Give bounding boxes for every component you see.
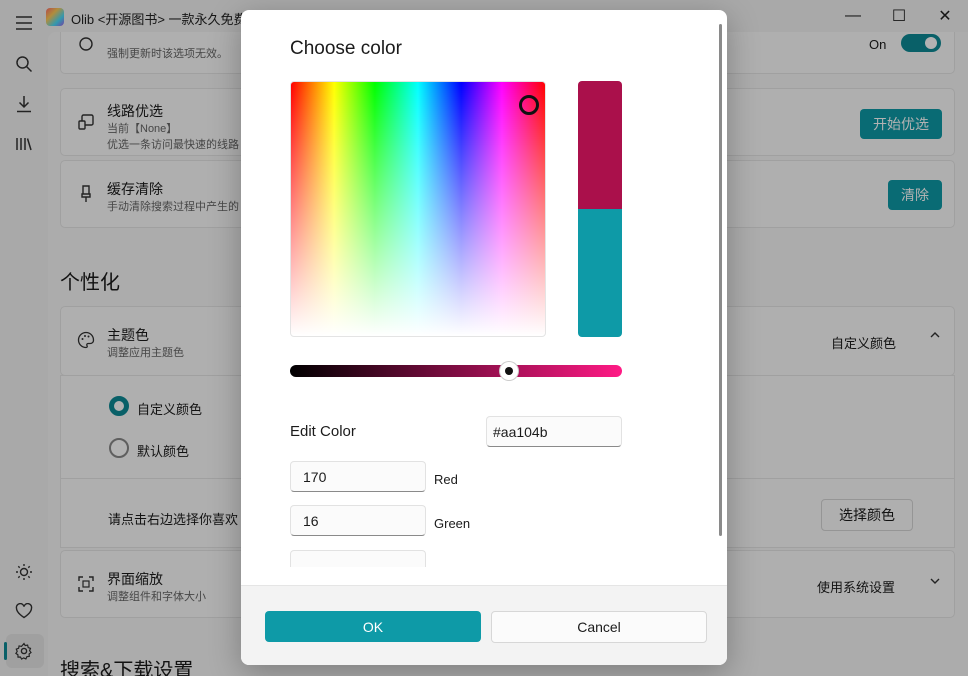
dialog-footer: OK Cancel bbox=[241, 585, 727, 665]
red-input[interactable] bbox=[290, 461, 426, 492]
green-label: Green bbox=[434, 516, 471, 531]
red-label: Red bbox=[434, 472, 458, 487]
blue-input[interactable] bbox=[290, 550, 426, 567]
edit-color-label: Edit Color bbox=[290, 423, 356, 440]
new-color-swatch bbox=[578, 81, 622, 209]
ok-button[interactable]: OK bbox=[265, 611, 481, 642]
spectrum-handle[interactable] bbox=[519, 95, 539, 115]
cancel-button[interactable]: Cancel bbox=[491, 611, 707, 643]
old-color-swatch bbox=[578, 209, 622, 337]
value-slider[interactable] bbox=[290, 365, 622, 377]
color-picker-dialog: Choose color Edit Color Red Green OK Can… bbox=[241, 10, 727, 665]
value-slider-thumb[interactable] bbox=[500, 362, 518, 380]
hex-input[interactable] bbox=[486, 416, 622, 447]
color-spectrum[interactable] bbox=[290, 81, 546, 337]
dialog-scrollbar[interactable] bbox=[719, 24, 722, 536]
dialog-title: Choose color bbox=[290, 38, 402, 59]
green-input[interactable] bbox=[290, 505, 426, 536]
